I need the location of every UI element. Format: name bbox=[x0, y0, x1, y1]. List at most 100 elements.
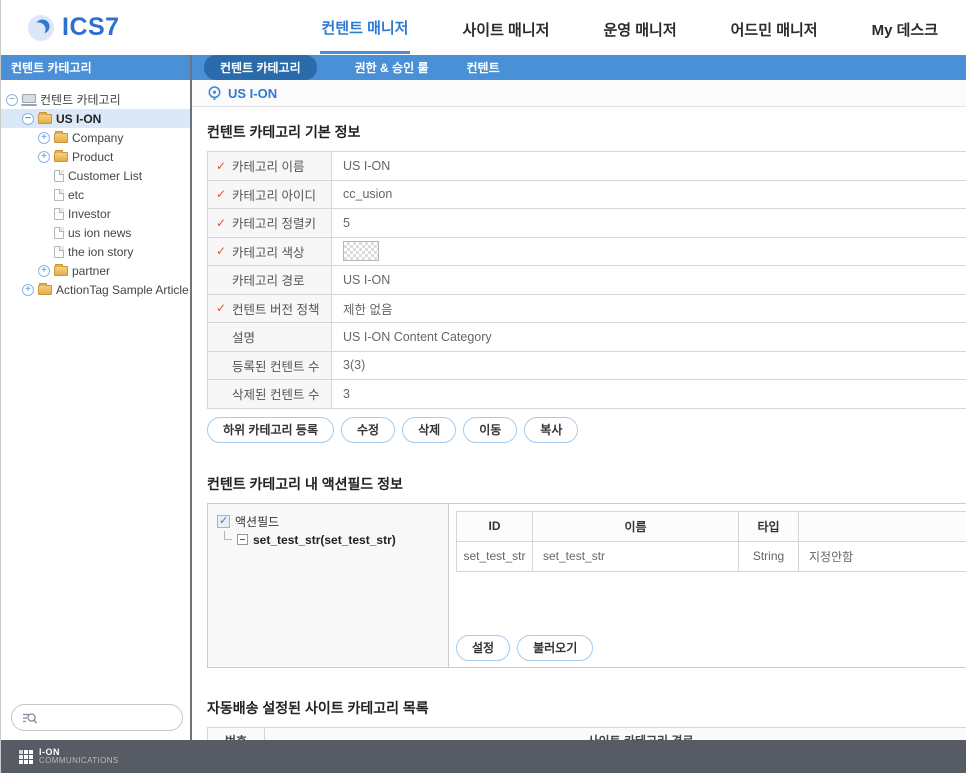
expand-icon[interactable] bbox=[38, 132, 50, 144]
tab-content-category[interactable]: 컨텐트 카테고리 bbox=[204, 55, 317, 80]
field-label: 카테고리 아이디 bbox=[232, 185, 316, 204]
nav-site-manager[interactable]: 사이트 매니저 bbox=[460, 3, 551, 53]
tab-permission-approval-rules[interactable]: 권한 & 승인 룰 bbox=[355, 59, 429, 76]
action-field-table: ID 이름 타입 set_test_str set_test_str Strin… bbox=[456, 511, 966, 572]
column-header-site-category-path: 사이트 카테고리 경로 bbox=[265, 727, 966, 740]
configure-button[interactable]: 설정 bbox=[456, 635, 510, 661]
tree-elbow-connector bbox=[224, 531, 232, 540]
tree-item-label: us ion news bbox=[68, 226, 131, 240]
tree-item-product[interactable]: Product bbox=[1, 147, 190, 166]
tree-item-label: Company bbox=[72, 131, 123, 145]
action-field-root[interactable]: 액션필드 bbox=[217, 513, 448, 531]
tree-item-partner[interactable]: partner bbox=[1, 261, 190, 280]
tree-item-label: partner bbox=[72, 264, 110, 278]
basic-info-actions: 하위 카테고리 등록 수정 삭제 이동 복사 bbox=[207, 417, 966, 443]
ion-grid-logo-icon bbox=[19, 750, 33, 764]
required-check-icon bbox=[216, 159, 232, 173]
cell-name: set_test_str bbox=[533, 541, 739, 571]
field-label: 카테고리 색상 bbox=[232, 242, 304, 261]
section-tabbar: 컨텐트 카테고리 권한 & 승인 룰 컨텐트 bbox=[192, 55, 966, 80]
expand-icon[interactable] bbox=[22, 284, 34, 296]
folder-icon bbox=[38, 285, 52, 295]
expand-icon[interactable] bbox=[38, 265, 50, 277]
edit-button[interactable]: 수정 bbox=[341, 417, 395, 443]
footer-brand: I-ON COMMUNICATIONS bbox=[39, 748, 119, 766]
collapse-icon[interactable] bbox=[6, 94, 18, 106]
tree-item-label: Customer List bbox=[68, 169, 142, 183]
table-header-row: ID 이름 타입 bbox=[457, 511, 966, 541]
checked-checkbox-icon[interactable] bbox=[217, 515, 230, 528]
tree-item-root[interactable]: 컨텐트 카테고리 bbox=[1, 90, 190, 109]
collapse-icon[interactable] bbox=[22, 113, 34, 125]
field-value: US I-ON Content Category bbox=[332, 323, 966, 352]
document-icon bbox=[54, 170, 64, 182]
required-check-icon bbox=[216, 216, 232, 230]
tab-content[interactable]: 컨텐트 bbox=[467, 59, 500, 76]
app-logo[interactable]: ICS7 bbox=[27, 13, 120, 42]
table-row: 카테고리 색상 bbox=[208, 237, 966, 266]
tree-item-actiontag-sample-article[interactable]: ActionTag Sample Article bbox=[1, 280, 190, 299]
document-icon bbox=[54, 227, 64, 239]
table-row: 등록된 컨텐트 수 3(3) bbox=[208, 351, 966, 380]
nav-admin-manager[interactable]: 어드민 매니저 bbox=[729, 3, 820, 53]
tree-item-company[interactable]: Company bbox=[1, 128, 190, 147]
folder-icon bbox=[54, 152, 68, 162]
action-field-title: 컨텐트 카테고리 내 액션필드 정보 bbox=[207, 474, 966, 494]
nav-my-desk[interactable]: My 데스크 bbox=[870, 3, 940, 53]
tree-item-label: 컨텐트 카테고리 bbox=[40, 91, 121, 108]
action-field-panel: 액션필드 set_test_str(set_test_str) ID 이름 타입 bbox=[207, 503, 966, 668]
field-label: 등록된 컨텐트 수 bbox=[232, 356, 319, 375]
action-field-child[interactable]: set_test_str(set_test_str) bbox=[224, 531, 448, 549]
tree-item-the-ion-story[interactable]: the ion story bbox=[1, 242, 190, 261]
auto-dispatch-table: 번호 사이트 카테고리 경로 bbox=[207, 727, 966, 741]
content-area: 컨텐트 카테고리 기본 정보 카테고리 이름 US I-ON 카테고리 아이디 … bbox=[192, 107, 966, 740]
tree-search-box[interactable] bbox=[11, 704, 183, 731]
add-subcategory-button[interactable]: 하위 카테고리 등록 bbox=[207, 417, 334, 443]
sidebar-title: 컨텐트 카테고리 bbox=[1, 55, 190, 80]
tree-search-input[interactable] bbox=[44, 711, 172, 725]
field-label: 카테고리 이름 bbox=[232, 156, 304, 175]
ics7-crescent-icon bbox=[27, 14, 55, 42]
category-color-swatch bbox=[343, 241, 379, 261]
folder-icon bbox=[54, 266, 68, 276]
tree-item-label: the ion story bbox=[68, 245, 133, 259]
table-row: 설명 US I-ON Content Category bbox=[208, 323, 966, 352]
search-filter-icon bbox=[22, 711, 38, 725]
column-header-type: 타입 bbox=[739, 511, 799, 541]
tree-item-us-i-on[interactable]: US I-ON bbox=[1, 109, 190, 128]
table-row: 카테고리 아이디 cc_usion bbox=[208, 180, 966, 209]
field-value: US I-ON bbox=[332, 152, 966, 181]
nav-content-manager[interactable]: 컨텐트 매니저 bbox=[320, 1, 411, 54]
action-field-root-label: 액션필드 bbox=[235, 513, 279, 530]
move-button[interactable]: 이동 bbox=[463, 417, 517, 443]
footer: I-ON COMMUNICATIONS bbox=[1, 740, 966, 773]
table-header-row: 번호 사이트 카테고리 경로 bbox=[208, 727, 966, 740]
nav-operation-manager[interactable]: 운영 매니저 bbox=[601, 3, 678, 53]
collapse-box-icon[interactable] bbox=[237, 534, 248, 545]
tree-item-customer-list[interactable]: Customer List bbox=[1, 166, 190, 185]
field-label: 카테고리 경로 bbox=[232, 270, 304, 289]
table-row: set_test_str set_test_str String 지정안함 bbox=[457, 541, 966, 571]
folder-icon bbox=[54, 133, 68, 143]
top-header: ICS7 컨텐트 매니저 사이트 매니저 운영 매니저 어드민 매니저 My 데… bbox=[1, 0, 966, 55]
table-row: 카테고리 이름 US I-ON bbox=[208, 152, 966, 181]
footer-brand-sub: COMMUNICATIONS bbox=[39, 757, 119, 765]
document-icon bbox=[54, 246, 64, 258]
copy-button[interactable]: 복사 bbox=[524, 417, 578, 443]
tree-item-etc[interactable]: etc bbox=[1, 185, 190, 204]
app-logo-text: ICS7 bbox=[62, 13, 120, 42]
breadcrumb: US I-ON bbox=[192, 80, 966, 107]
tree-item-investor[interactable]: Investor bbox=[1, 204, 190, 223]
tree-item-label: Product bbox=[72, 150, 113, 164]
field-value: cc_usion bbox=[332, 180, 966, 209]
load-button[interactable]: 불러오기 bbox=[517, 635, 593, 661]
table-row: 삭제된 컨텐트 수 3 bbox=[208, 380, 966, 409]
field-value: US I-ON bbox=[332, 266, 966, 295]
folder-icon bbox=[38, 114, 52, 124]
tree-item-us-ion-news[interactable]: us ion news bbox=[1, 223, 190, 242]
column-header-extra bbox=[799, 511, 966, 541]
expand-icon[interactable] bbox=[38, 151, 50, 163]
delete-button[interactable]: 삭제 bbox=[402, 417, 456, 443]
breadcrumb-current: US I-ON bbox=[228, 86, 277, 101]
cell-type: String bbox=[739, 541, 799, 571]
